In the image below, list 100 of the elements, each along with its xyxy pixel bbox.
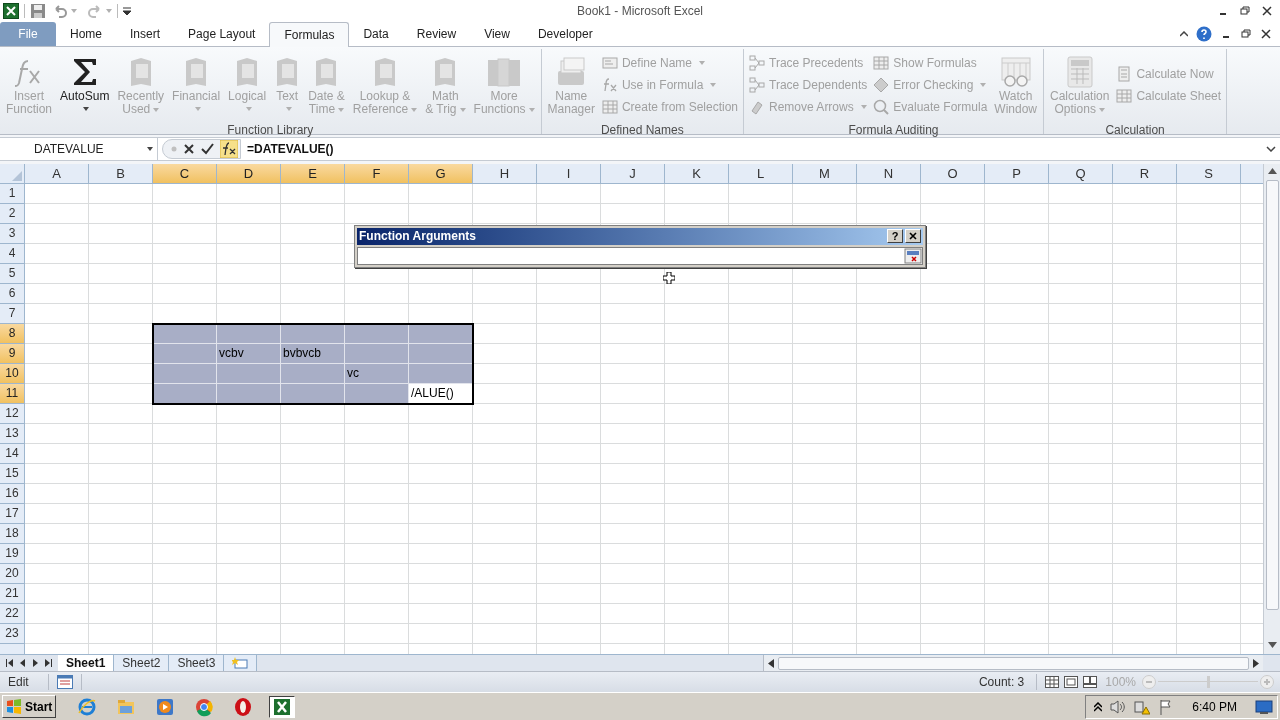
network-warning-icon[interactable] xyxy=(1134,698,1151,715)
row-header[interactable]: 13 xyxy=(0,423,24,444)
column-header[interactable]: E xyxy=(281,163,345,183)
cancel-icon[interactable] xyxy=(183,142,195,155)
column-header[interactable]: A xyxy=(25,163,89,183)
tag-icon xyxy=(601,54,618,71)
collapse-ribbon-icon[interactable] xyxy=(1180,30,1188,37)
show-hidden-icons-icon[interactable] xyxy=(1094,701,1103,712)
name-box[interactable]: DATEVALUE xyxy=(0,137,158,160)
macro-record-icon[interactable] xyxy=(57,675,73,690)
row-header[interactable]: 17 xyxy=(0,503,24,524)
column-header[interactable]: Q xyxy=(1049,163,1113,183)
expand-formula-bar-icon[interactable] xyxy=(1266,145,1276,152)
column-header[interactable]: D xyxy=(217,163,281,183)
restore-icon[interactable] xyxy=(1239,5,1251,17)
prev-sheet-icon[interactable] xyxy=(19,659,26,668)
cell-text: vcbv xyxy=(217,343,281,364)
customize-toolbar-icon[interactable] xyxy=(123,6,131,16)
first-sheet-icon[interactable] xyxy=(6,659,13,668)
next-sheet-icon[interactable] xyxy=(32,659,39,668)
normal-view-icon[interactable] xyxy=(1045,676,1060,689)
row-header[interactable]: 15 xyxy=(0,463,24,484)
excel-logo-icon[interactable] xyxy=(3,3,19,19)
page-break-view-icon[interactable] xyxy=(1083,676,1098,689)
row-header[interactable]: 1 xyxy=(0,183,24,204)
scroll-down-icon[interactable] xyxy=(1267,642,1277,649)
horizontal-scrollbar[interactable] xyxy=(763,655,1263,672)
row-header[interactable]: 20 xyxy=(0,563,24,584)
column-header[interactable]: G xyxy=(409,163,473,183)
column-header[interactable]: M xyxy=(793,163,857,183)
trace-arrows-icon xyxy=(749,76,765,93)
row-header[interactable]: 23 xyxy=(0,623,24,644)
restore-icon[interactable] xyxy=(1240,27,1252,40)
taskbar-app-button[interactable] xyxy=(269,695,296,718)
ribbon-tab[interactable]: Insert xyxy=(116,21,175,46)
row-header[interactable]: 14 xyxy=(0,443,24,464)
show-desktop-icon[interactable] xyxy=(1255,698,1273,715)
column-header[interactable]: O xyxy=(921,163,985,183)
ribbon-tab[interactable]: Formulas xyxy=(269,21,350,47)
column-header[interactable]: I xyxy=(537,163,601,183)
row-header[interactable]: 3 xyxy=(0,223,24,244)
row-header[interactable]: 16 xyxy=(0,483,24,504)
row-header[interactable]: 19 xyxy=(0,543,24,564)
scroll-right-icon[interactable] xyxy=(1253,658,1259,668)
zoom-slider-thumb[interactable] xyxy=(1207,676,1210,689)
sheet-tab[interactable]: Sheet2 xyxy=(114,655,170,672)
column-header[interactable]: H xyxy=(473,163,537,183)
zoom-slider[interactable] xyxy=(1158,675,1258,690)
scroll-up-icon[interactable] xyxy=(1267,167,1277,174)
row-header[interactable]: 22 xyxy=(0,603,24,624)
start-button[interactable]: Start xyxy=(2,695,57,719)
column-header[interactable]: K xyxy=(665,163,729,183)
ribbon-tab[interactable]: Page Layout xyxy=(174,21,270,46)
row-header[interactable]: 8 xyxy=(0,323,24,344)
row-header[interactable]: 2 xyxy=(0,203,24,224)
ribbon-tab[interactable]: Review xyxy=(402,21,471,46)
row-header[interactable]: 6 xyxy=(0,283,24,304)
window-title: Book1 - Microsoft Excel xyxy=(577,3,703,20)
check-icon[interactable] xyxy=(201,142,214,155)
column-header[interactable]: R xyxy=(1113,163,1177,183)
row-header[interactable]: 9 xyxy=(0,343,24,364)
column-header[interactable]: L xyxy=(729,163,793,183)
ribbon-tab[interactable]: Home xyxy=(56,21,116,46)
insert-function-icon[interactable] xyxy=(220,139,238,158)
row-header[interactable]: 21 xyxy=(0,583,24,604)
row-header[interactable]: 18 xyxy=(0,523,24,544)
ribbon-button[interactable]: AutoSum xyxy=(57,48,113,123)
column-header[interactable]: C xyxy=(153,163,217,183)
last-sheet-icon[interactable] xyxy=(45,659,52,668)
row-header[interactable]: 11 xyxy=(0,383,24,404)
close-icon[interactable] xyxy=(1260,27,1272,40)
row-header[interactable]: 5 xyxy=(0,263,24,284)
expand-dialog-icon[interactable] xyxy=(904,247,922,264)
argument-input-field[interactable] xyxy=(357,246,923,265)
speaker-icon[interactable] xyxy=(1110,698,1127,715)
sheet-tab[interactable]: Sheet1 xyxy=(58,655,115,672)
scroll-left-icon[interactable] xyxy=(768,658,774,668)
page-layout-view-icon[interactable] xyxy=(1064,676,1079,689)
row-header[interactable]: 12 xyxy=(0,403,24,424)
ribbon-tab[interactable]: View xyxy=(470,21,524,46)
save-icon[interactable] xyxy=(30,3,46,19)
column-header[interactable]: J xyxy=(601,163,665,183)
formula-field[interactable]: =DATEVALUE() xyxy=(247,139,1266,158)
close-icon[interactable] xyxy=(1261,5,1273,17)
column-header[interactable]: P xyxy=(985,163,1049,183)
close-button[interactable] xyxy=(905,229,921,244)
row-header[interactable]: 7 xyxy=(0,303,24,324)
sheet-tab[interactable]: Sheet3 xyxy=(169,655,225,672)
column-header[interactable]: F xyxy=(345,163,409,183)
help-button[interactable]: ? xyxy=(887,229,903,244)
column-header[interactable]: N xyxy=(857,163,921,183)
resize-handle-icon[interactable] xyxy=(171,145,177,152)
column-header[interactable]: S xyxy=(1177,163,1241,183)
ribbon-tab[interactable]: Data xyxy=(349,21,403,46)
undo-icon[interactable] xyxy=(52,3,68,19)
ribbon-tab[interactable]: Developer xyxy=(523,21,607,46)
row-header[interactable]: 4 xyxy=(0,243,24,264)
help-icon[interactable] xyxy=(1196,25,1212,42)
row-header[interactable]: 10 xyxy=(0,363,24,384)
vertical-scrollbar[interactable] xyxy=(1263,163,1280,655)
